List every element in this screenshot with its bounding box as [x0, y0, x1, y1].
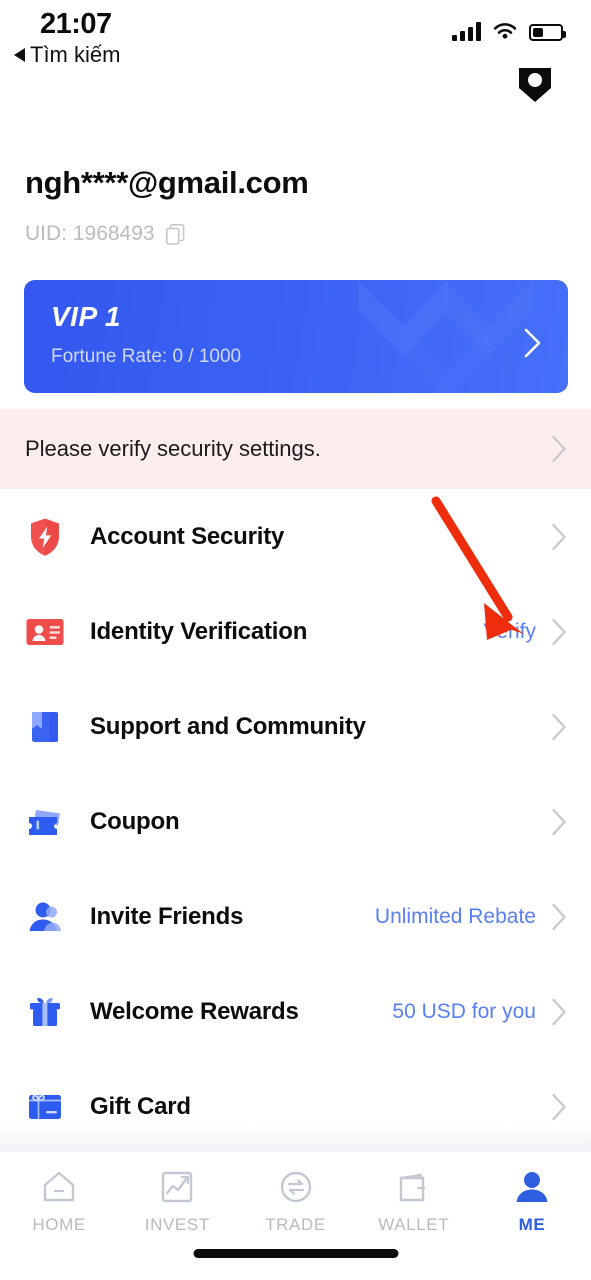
tab-trade[interactable]: TRADE	[236, 1166, 354, 1235]
cellular-signal-icon	[452, 22, 481, 41]
menu-item-label: Account Security	[90, 522, 285, 550]
id-card-icon	[26, 618, 64, 645]
tab-label: WALLET	[378, 1215, 450, 1234]
battery-icon	[529, 24, 566, 41]
identity-verify-link[interactable]: Verify	[483, 620, 536, 644]
menu-item-coupon[interactable]: Coupon	[0, 774, 591, 869]
account-email: ngh****@gmail.com	[25, 165, 309, 200]
back-to-search-button[interactable]: Tìm kiếm	[14, 42, 120, 68]
menu-item-support-and-community[interactable]: Support and Community	[0, 679, 591, 774]
chevron-right-icon	[552, 1093, 566, 1120]
chevron-right-icon	[552, 523, 566, 550]
uid-label: UID: 1968493	[25, 222, 155, 245]
wallet-icon	[399, 1173, 425, 1202]
person-icon	[516, 1172, 548, 1202]
menu-item-label: Welcome Rewards	[90, 997, 299, 1025]
menu-item-label: Coupon	[90, 807, 180, 835]
shield-badge-icon	[519, 68, 551, 102]
invite-friends-value[interactable]: Unlimited Rebate	[375, 905, 536, 929]
menu-item-invite-friends[interactable]: Invite Friends Unlimited Rebate	[0, 869, 591, 964]
tab-label: INVEST	[144, 1215, 210, 1234]
person-icon	[29, 902, 62, 931]
home-indicator[interactable]	[193, 1249, 398, 1258]
menu-item-account-security[interactable]: Account Security	[0, 489, 591, 584]
chevron-right-icon	[524, 328, 541, 358]
tabbar-shadow	[0, 1126, 591, 1152]
menu-item-label: Invite Friends	[90, 902, 244, 930]
shield-bolt-icon	[31, 518, 59, 556]
status-bar-indicators	[452, 22, 566, 41]
welcome-rewards-value[interactable]: 50 USD for you	[392, 1000, 536, 1024]
book-bookmark-icon	[32, 711, 58, 742]
status-bar: 21:07 Tìm kiếm	[0, 0, 591, 67]
chevron-right-icon	[552, 903, 566, 930]
chevron-right-icon	[552, 618, 566, 645]
back-triangle-icon	[14, 48, 25, 62]
menu-item-welcome-rewards[interactable]: Welcome Rewards 50 USD for you	[0, 964, 591, 1059]
vip-fortune-rate: Fortune Rate: 0 / 1000	[51, 346, 242, 367]
tab-label: TRADE	[265, 1215, 326, 1234]
copy-icon[interactable]	[165, 223, 185, 245]
tab-me[interactable]: ME	[473, 1166, 591, 1235]
vip-level-title: VIP 1	[51, 301, 121, 332]
chevron-right-icon	[552, 998, 566, 1025]
app-screen: 21:07 Tìm kiếm ngh****@gmail.com UID: 19…	[0, 0, 591, 1280]
ticket-icon	[29, 809, 60, 835]
chevron-right-icon	[552, 435, 566, 463]
tab-home[interactable]: HOME	[0, 1166, 118, 1235]
menu-item-identity-verification[interactable]: Identity Verification Verify	[0, 584, 591, 679]
chevron-right-icon	[552, 808, 566, 835]
home-icon	[43, 1171, 75, 1202]
menu-item-label: Gift Card	[90, 1092, 191, 1120]
back-label: Tìm kiếm	[30, 42, 121, 67]
tab-invest[interactable]: INVEST	[118, 1166, 236, 1235]
gift-icon	[30, 997, 60, 1026]
tab-wallet[interactable]: WALLET	[355, 1166, 473, 1235]
status-bar-time: 21:07	[40, 8, 112, 40]
banner-text: Please verify security settings.	[25, 436, 321, 461]
menu-item-label: Support and Community	[90, 712, 366, 740]
wifi-icon	[493, 23, 517, 39]
bottom-tab-bar: HOME INVEST TRADE WALLET ME	[0, 1152, 591, 1280]
uid-row[interactable]: UID: 1968493	[25, 222, 185, 246]
tab-label: ME	[518, 1215, 546, 1234]
gift-card-icon	[29, 1094, 61, 1119]
vip-card[interactable]: VIP 1 Fortune Rate: 0 / 1000	[24, 280, 568, 393]
settings-menu-list: Account Security Identity Verification V…	[0, 489, 591, 1154]
security-warning-banner[interactable]: Please verify security settings.	[0, 409, 591, 489]
chevron-right-icon	[552, 713, 566, 740]
chart-square-icon	[162, 1171, 193, 1203]
menu-item-label: Identity Verification	[90, 617, 308, 645]
exchange-circle-icon	[280, 1171, 311, 1203]
tab-label: HOME	[32, 1215, 86, 1234]
